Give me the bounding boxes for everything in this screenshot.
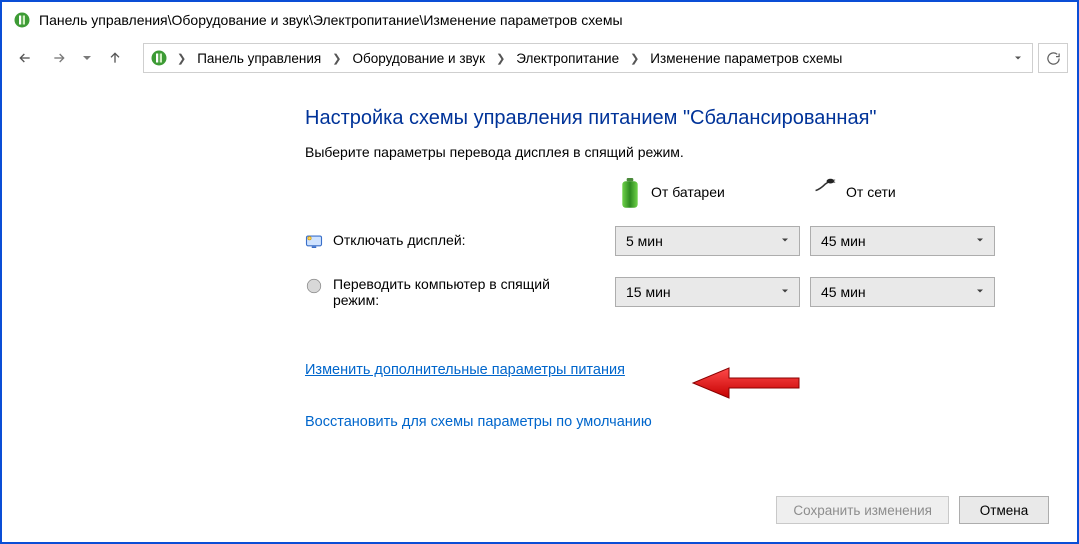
breadcrumb-item[interactable]: Оборудование и звук — [346, 44, 491, 72]
navigation-bar: ❯ Панель управления ❯ Оборудование и зву… — [5, 39, 1074, 77]
refresh-button[interactable] — [1038, 43, 1068, 73]
cancel-button[interactable]: Отмена — [959, 496, 1049, 524]
column-label: От сети — [846, 184, 896, 200]
breadcrumb-item[interactable]: Панель управления — [191, 44, 327, 72]
nav-recent-dropdown[interactable] — [79, 44, 95, 72]
moon-icon — [305, 277, 323, 295]
setting-label: Переводить компьютер в спящий режим: — [333, 276, 583, 308]
restore-defaults-link[interactable]: Восстановить для схемы параметры по умол… — [305, 414, 652, 430]
column-header-plugged: От сети — [810, 178, 995, 206]
setting-row-label: Переводить компьютер в спящий режим: — [305, 276, 605, 308]
advanced-settings-link[interactable]: Изменить дополнительные параметры питани… — [305, 362, 625, 378]
main-content: Настройка схемы управления питанием "Сба… — [5, 77, 1074, 448]
chevron-down-icon — [974, 233, 986, 249]
chevron-right-icon[interactable]: ❯ — [174, 52, 189, 65]
page-subtext: Выберите параметры перевода дисплея в сп… — [305, 144, 1074, 160]
select-value: 5 мин — [626, 233, 663, 249]
breadcrumb-dropdown[interactable] — [1008, 52, 1028, 64]
display-off-plugged-select[interactable]: 45 мин — [810, 226, 995, 256]
setting-label: Отключать дисплей: — [333, 232, 466, 248]
nav-back-button[interactable] — [11, 44, 39, 72]
battery-icon — [619, 178, 641, 206]
select-value: 45 мин — [821, 284, 866, 300]
column-label: От батареи — [651, 184, 725, 200]
power-plug-icon — [814, 178, 836, 206]
links-section: Изменить дополнительные параметры питани… — [305, 344, 1074, 448]
select-value: 45 мин — [821, 233, 866, 249]
chevron-down-icon — [779, 284, 791, 300]
breadcrumb[interactable]: ❯ Панель управления ❯ Оборудование и зву… — [143, 43, 1033, 73]
sleep-battery-select[interactable]: 15 мин — [615, 277, 800, 307]
chevron-right-icon[interactable]: ❯ — [493, 52, 508, 65]
power-options-icon — [13, 11, 31, 29]
dialog-footer: Сохранить изменения Отмена — [776, 496, 1049, 524]
display-off-battery-select[interactable]: 5 мин — [615, 226, 800, 256]
window-titlebar: Панель управления\Оборудование и звук\Эл… — [5, 5, 1074, 39]
select-value: 15 мин — [626, 284, 671, 300]
save-button: Сохранить изменения — [776, 496, 949, 524]
setting-row-label: Отключать дисплей: — [305, 232, 605, 251]
page-heading: Настройка схемы управления питанием "Сба… — [305, 107, 1074, 130]
power-options-icon — [150, 49, 168, 67]
chevron-down-icon — [974, 284, 986, 300]
sleep-plugged-select[interactable]: 45 мин — [810, 277, 995, 307]
nav-forward-button[interactable] — [45, 44, 73, 72]
monitor-icon — [305, 233, 323, 251]
chevron-down-icon — [779, 233, 791, 249]
nav-up-button[interactable] — [101, 44, 129, 72]
column-header-battery: От батареи — [615, 178, 800, 206]
chevron-right-icon[interactable]: ❯ — [329, 52, 344, 65]
chevron-right-icon[interactable]: ❯ — [627, 52, 642, 65]
window-title: Панель управления\Оборудование и звук\Эл… — [39, 12, 623, 28]
breadcrumb-item[interactable]: Электропитание — [510, 44, 625, 72]
settings-grid: От батареи От сети Отключать дисплей: 5 … — [305, 178, 1074, 308]
breadcrumb-item[interactable]: Изменение параметров схемы — [644, 44, 848, 72]
